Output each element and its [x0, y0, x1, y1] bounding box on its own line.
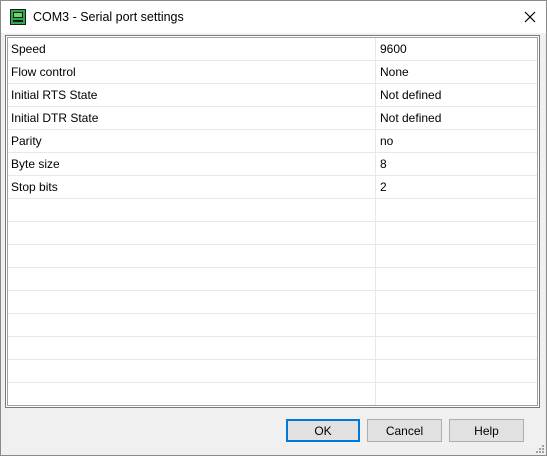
setting-name-cell	[8, 383, 376, 405]
setting-name-cell	[8, 268, 376, 290]
settings-row[interactable]: Byte size 8	[8, 153, 537, 176]
setting-value-cell[interactable]: 2	[376, 176, 537, 198]
setting-value-cell[interactable]: Not defined	[376, 107, 537, 129]
setting-value-cell[interactable]: 8	[376, 153, 537, 175]
serial-port-settings-dialog: COM3 - Serial port settings Speed 9600 Flo…	[0, 0, 547, 456]
settings-row[interactable]	[8, 268, 537, 291]
setting-name-cell: Initial RTS State	[8, 84, 376, 106]
serial-port-app-icon	[10, 9, 26, 25]
title-bar[interactable]: COM3 - Serial port settings	[1, 1, 546, 33]
setting-value-cell[interactable]	[376, 383, 537, 405]
setting-value-cell[interactable]	[376, 222, 537, 244]
setting-name-cell	[8, 291, 376, 313]
help-button[interactable]: Help	[449, 419, 524, 442]
cancel-button[interactable]: Cancel	[367, 419, 442, 442]
setting-name-cell	[8, 360, 376, 382]
settings-row[interactable]	[8, 199, 537, 222]
settings-row[interactable]	[8, 291, 537, 314]
settings-row[interactable]	[8, 360, 537, 383]
setting-value-cell[interactable]	[376, 360, 537, 382]
setting-name-cell: Byte size	[8, 153, 376, 175]
settings-row[interactable]: Initial RTS State Not defined	[8, 84, 537, 107]
setting-name-cell	[8, 222, 376, 244]
setting-value-cell[interactable]: None	[376, 61, 537, 83]
setting-value-cell[interactable]	[376, 337, 537, 359]
settings-row[interactable]: Stop bits 2	[8, 176, 537, 199]
settings-row[interactable]	[8, 383, 537, 405]
setting-value-cell[interactable]	[376, 199, 537, 221]
ok-button[interactable]: OK	[286, 419, 360, 442]
setting-name-cell: Initial DTR State	[8, 107, 376, 129]
setting-name-cell	[8, 245, 376, 267]
settings-row[interactable]	[8, 337, 537, 360]
settings-row[interactable]	[8, 314, 537, 337]
setting-value-cell[interactable]	[376, 245, 537, 267]
setting-value-cell[interactable]	[376, 268, 537, 290]
settings-row[interactable]: Initial DTR State Not defined	[8, 107, 537, 130]
resize-grip-icon[interactable]	[534, 443, 544, 453]
settings-row[interactable]: Speed 9600	[8, 38, 537, 61]
setting-value-cell[interactable]: 9600	[376, 38, 537, 60]
setting-name-cell	[8, 337, 376, 359]
settings-row[interactable]	[8, 222, 537, 245]
settings-row[interactable]	[8, 245, 537, 268]
setting-value-cell[interactable]: no	[376, 130, 537, 152]
setting-name-cell: Flow control	[8, 61, 376, 83]
close-icon	[524, 11, 536, 23]
window-title: COM3 - Serial port settings	[33, 10, 184, 24]
settings-row[interactable]: Parity no	[8, 130, 537, 153]
setting-value-cell[interactable]	[376, 314, 537, 336]
setting-value-cell[interactable]: Not defined	[376, 84, 537, 106]
setting-name-cell	[8, 314, 376, 336]
setting-name-cell: Speed	[8, 38, 376, 60]
settings-row[interactable]: Flow control None	[8, 61, 537, 84]
setting-name-cell: Stop bits	[8, 176, 376, 198]
setting-name-cell: Parity	[8, 130, 376, 152]
settings-grid-body: Speed 9600 Flow control None Initial RTS Sta…	[7, 37, 538, 406]
setting-value-cell[interactable]	[376, 291, 537, 313]
setting-name-cell	[8, 199, 376, 221]
settings-grid: Speed 9600 Flow control None Initial RTS Sta…	[5, 35, 540, 408]
close-button[interactable]	[514, 1, 546, 33]
